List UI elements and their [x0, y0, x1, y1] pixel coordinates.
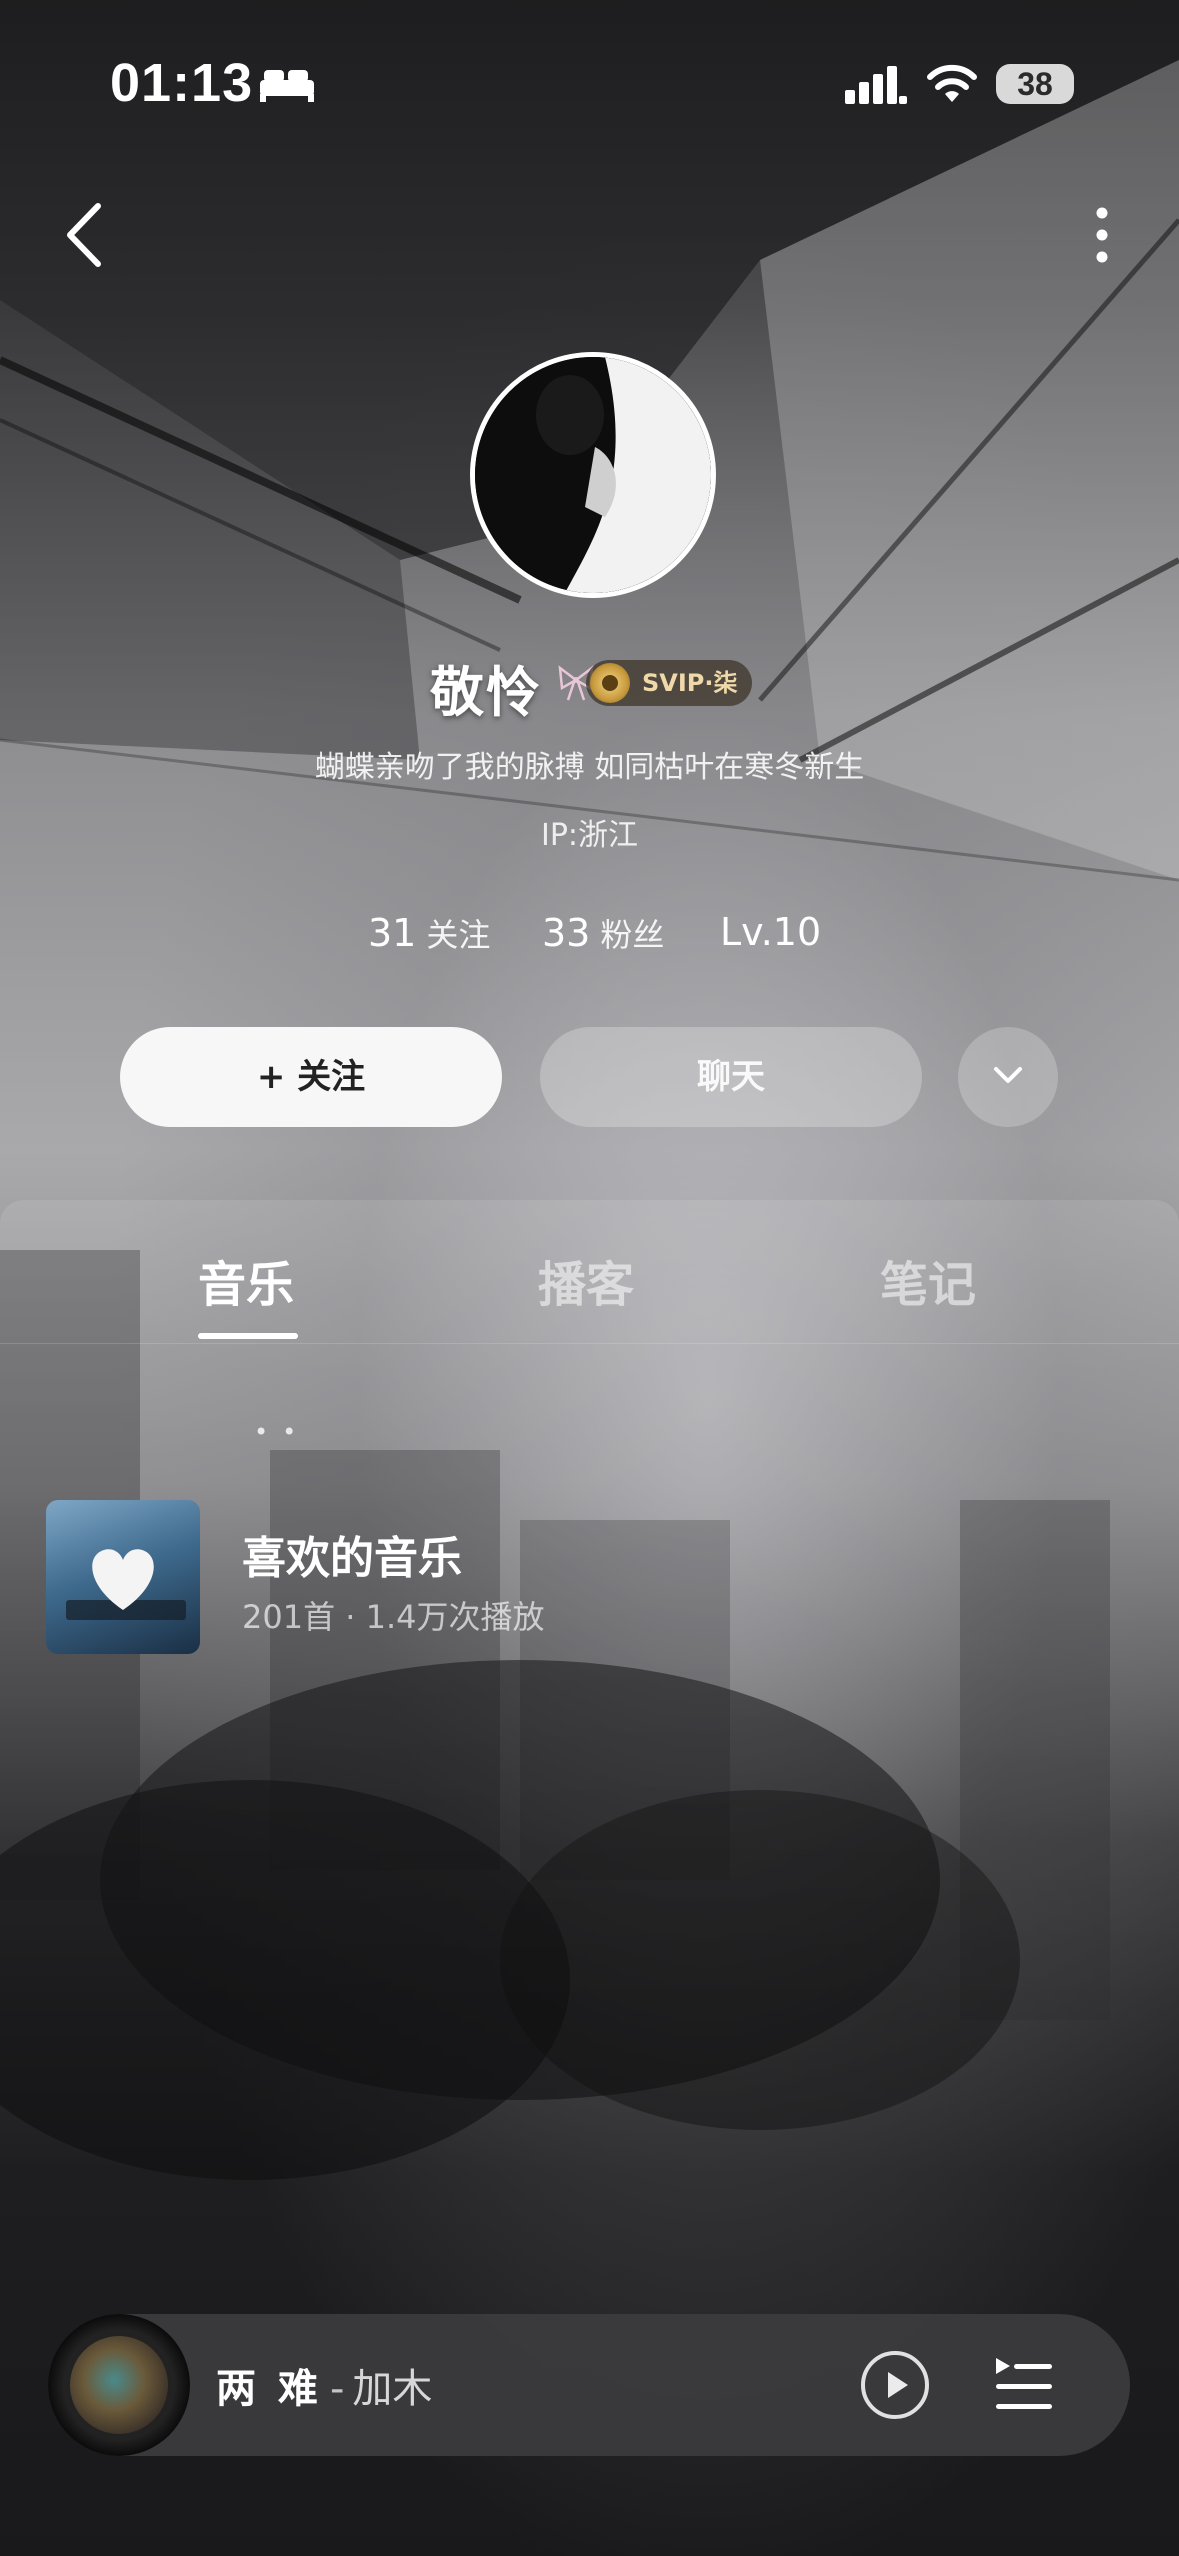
album-disc[interactable]	[48, 2314, 190, 2456]
wifi-icon	[925, 62, 979, 108]
tab-divider	[0, 1343, 1179, 1344]
expand-button[interactable]	[958, 1027, 1058, 1127]
bio-text: 蝴蝶亲吻了我的脉搏 如同枯叶在寒冬新生	[314, 750, 865, 785]
tab-notes[interactable]: 笔记	[880, 1245, 976, 1315]
playlist-meta: 201首 · 1.4万次播放	[242, 1598, 545, 1636]
level-value: Lv.10	[720, 910, 822, 954]
following-count: 31	[368, 911, 417, 955]
home-indicator-area	[0, 2500, 1179, 2556]
back-icon[interactable]	[60, 200, 110, 270]
loading-dots: ••	[254, 1418, 311, 1446]
avatar[interactable]	[470, 352, 716, 598]
tab-music[interactable]: 音乐	[198, 1245, 294, 1315]
playlist-cover	[46, 1500, 200, 1654]
status-bar: 01:13 38	[0, 52, 1179, 122]
playlist-item-liked-music[interactable]: 喜欢的音乐 201首 · 1.4万次播放	[46, 1500, 1136, 1660]
follow-button[interactable]: + 关注	[120, 1027, 502, 1127]
vip-label: SVIP·柒	[642, 669, 738, 697]
now-playing[interactable]: 两 难 - 加木	[216, 2356, 432, 2414]
following-stat[interactable]: 31 关注	[368, 910, 490, 956]
mini-player[interactable]: 两 难 - 加木	[48, 2314, 1130, 2456]
song-separator: -	[329, 2366, 345, 2412]
ip-location: IP:浙江	[540, 818, 639, 853]
fans-label: 粉丝	[600, 916, 665, 954]
fans-count: 33	[542, 911, 591, 955]
tab-podcast[interactable]: 播客	[538, 1245, 634, 1315]
playlist-queue-icon	[996, 2358, 1052, 2409]
active-tab-indicator	[198, 1333, 298, 1339]
play-icon	[861, 2351, 929, 2419]
song-artist: 加木	[352, 2366, 433, 2412]
song-title: 两 难	[216, 2366, 322, 2412]
playlist-title: 喜欢的音乐	[242, 1533, 462, 1584]
album-art	[70, 2336, 168, 2434]
username: 敬怜	[430, 661, 542, 724]
status-time: 01:13	[110, 53, 254, 113]
sleep-mode-icon	[258, 66, 316, 106]
chat-button[interactable]: 聊天	[540, 1027, 922, 1127]
more-options-icon[interactable]	[1090, 205, 1114, 265]
level-stat: Lv.10	[720, 910, 821, 954]
vip-badge[interactable]: SVIP·柒	[586, 660, 752, 706]
chevron-down-icon	[994, 1067, 1022, 1083]
fans-stat[interactable]: 33 粉丝	[542, 910, 664, 956]
play-button[interactable]	[860, 2350, 930, 2420]
cellular-signal-icon	[845, 66, 907, 108]
vip-coin-icon	[590, 663, 630, 703]
profile-stats: 31 关注 33 粉丝 Lv.10	[0, 910, 1179, 960]
battery-indicator: 38	[996, 64, 1074, 104]
tab-bar: 音乐 播客 笔记	[0, 1245, 1179, 1345]
playlist-queue-button[interactable]	[992, 2354, 1054, 2416]
following-label: 关注	[426, 916, 491, 954]
